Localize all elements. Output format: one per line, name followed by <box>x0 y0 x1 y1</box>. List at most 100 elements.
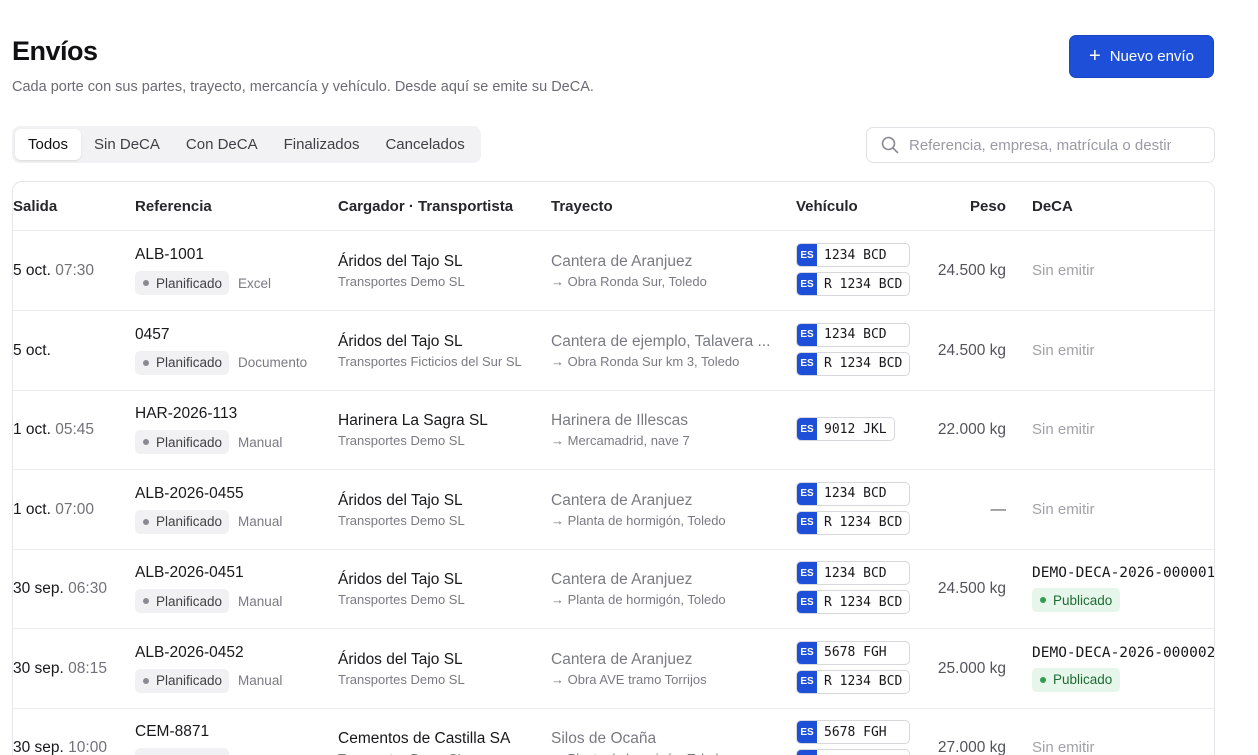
tab-todos[interactable]: Todos <box>15 129 82 160</box>
route-destination: → Planta de hormigón, Toledo <box>551 751 726 755</box>
route-cell: Cantera de Aranjuez → Obra AVE tramo Torr… <box>551 651 707 687</box>
tab-finalizados[interactable]: Finalizados <box>271 129 373 160</box>
departure-cell: 30 sep. 10:00 <box>13 739 107 755</box>
table-row[interactable]: 30 sep. 06:30 ALB-2026-0451 Planificado Man… <box>13 549 1214 629</box>
parties-cell: Áridos del Tajo SL Transportes Demo SL <box>338 253 465 289</box>
table-header: Salida Referencia Cargador · Transportis… <box>13 182 1214 231</box>
plate-number: R 1234 BCD <box>824 515 903 530</box>
vehicle-cell: ES 5678 FGH ES R 1234 BCD <box>796 640 911 694</box>
status-badge: Planificado <box>135 589 230 613</box>
departure-cell: 1 oct. 05:45 <box>13 421 94 439</box>
table-row[interactable]: 1 oct. 07:00 ALB-2026-0455 Planificado Manu… <box>13 470 1214 550</box>
parties-cell: Cementos de Castilla SA Transportes Demo … <box>338 730 510 755</box>
reference-code[interactable]: HAR-2026-113 <box>135 405 282 423</box>
status-badge: Planificado <box>135 430 230 454</box>
deca-cell: Sin emitir <box>1032 739 1095 755</box>
vehicle-cell: ES 9012 JKL <box>796 417 895 441</box>
search-input[interactable] <box>909 136 1171 154</box>
table-row[interactable]: 5 oct. 07:30 ALB-1001 Planificado Excel Árid… <box>13 231 1214 311</box>
departure-date: 5 oct. <box>13 341 51 359</box>
column-header-cargador-transportista[interactable]: Cargador · Transportista <box>338 198 513 215</box>
status-dot-icon <box>143 280 149 286</box>
deca-not-issued: Sin emitir <box>1032 421 1095 438</box>
column-header-referencia[interactable]: Referencia <box>135 198 212 215</box>
deca-code[interactable]: DEMO-DECA-2026-000001 <box>1032 565 1214 581</box>
plate-number: 1234 BCD <box>824 565 887 581</box>
carrier-name: Transportes Demo SL <box>338 592 465 607</box>
license-plate: ES 5678 FGH <box>796 720 911 744</box>
parties-cell: Áridos del Tajo SL Transportes Ficticios … <box>338 333 522 369</box>
new-shipment-button[interactable]: + Nuevo envío <box>1069 35 1214 78</box>
route-destination: → Obra Ronda Sur, Toledo <box>551 274 707 289</box>
route-cell: Harinera de Illescas → Mercamadrid, nave … <box>551 412 690 448</box>
table-row[interactable]: 1 oct. 05:45 HAR-2026-113 Planificado Manua… <box>13 390 1214 470</box>
origin-label: Manual <box>238 673 283 688</box>
reference-code[interactable]: 0457 <box>135 326 307 344</box>
weight-value: 27.000 kg <box>937 739 1006 755</box>
route-origin: Harinera de Illescas <box>551 412 688 429</box>
status-line: Planificado Manual <box>135 589 282 613</box>
tab-sin-deca[interactable]: Sin DeCA <box>81 129 173 160</box>
reference-code[interactable]: ALB-2026-0452 <box>135 644 282 662</box>
status-badge: Planificado <box>135 509 230 534</box>
deca-status-label: Publicado <box>1053 672 1113 687</box>
tab-con-deca[interactable]: Con DeCA <box>173 129 271 160</box>
reference-cell: ALB-2026-0452 Planificado Manual <box>135 644 282 693</box>
route-origin: Cantera de Aranjuez <box>551 650 693 668</box>
departure-time: 05:45 <box>55 421 95 438</box>
shipper-name: Cementos de Castilla SA <box>338 730 511 747</box>
route-origin: Cantera de Aranjuez <box>551 491 693 509</box>
deca-not-issued: Sin emitir <box>1032 341 1095 359</box>
license-plate: ES 1234 BCD <box>796 243 911 267</box>
page-title: Envíos <box>12 36 98 66</box>
deca-status-badge: Publicado <box>1032 667 1121 692</box>
license-plate: ES R 1234 BCD <box>796 669 911 694</box>
route-destination: → Planta de hormigón, Toledo <box>551 512 726 528</box>
country-flag-icon: ES <box>797 562 817 584</box>
column-header-trayecto[interactable]: Trayecto <box>551 198 613 215</box>
country-flag-icon: ES <box>797 482 817 505</box>
route-cell: Cantera de Aranjuez → Obra Ronda Sur, Tol… <box>551 253 707 289</box>
reference-cell: CEM-8871 PlanificadoManual <box>135 723 282 755</box>
status-dot-icon <box>143 359 149 366</box>
status-label: Planificado <box>156 673 223 688</box>
vehicle-cell: ES 1234 BCD ES R 1234 BCD <box>796 322 911 376</box>
plate-number: 5678 FGH <box>824 645 887 660</box>
column-header-vehiculo[interactable]: Vehículo <box>796 198 858 215</box>
departure-time: 07:30 <box>55 262 95 279</box>
reference-cell: ALB-2026-0451 Planificado Manual <box>135 564 282 613</box>
column-header-deca[interactable]: DeCA <box>1032 198 1073 215</box>
table-row[interactable]: 5 oct. 0457 Planificado Documento Áridos del… <box>13 311 1214 391</box>
table-row[interactable]: 30 sep. 08:15 ALB-2026-0452 Planificado Man… <box>13 629 1214 709</box>
origin-label: Documento <box>238 355 308 370</box>
status-dot-icon <box>143 677 149 684</box>
route-cell: Silos de Ocaña → Planta de hormigón, Tole… <box>551 730 726 755</box>
reference-code[interactable]: CEM-8871 <box>135 723 282 741</box>
column-header-salida[interactable]: Salida <box>13 198 57 215</box>
departure-date: 1 oct. <box>13 500 51 518</box>
shipper-name: Harinera La Sagra SL <box>338 412 488 429</box>
table-row[interactable]: 30 sep. 10:00 CEM-8871 PlanificadoManual Ce… <box>13 708 1214 755</box>
column-header-peso[interactable]: Peso <box>970 198 1006 215</box>
shipments-table: Salida Referencia Cargador · Transportis… <box>12 181 1215 755</box>
status-dot-icon <box>143 598 149 604</box>
license-plate: ES 9012 JKL <box>796 417 895 441</box>
reference-code[interactable]: ALB-1001 <box>135 246 271 264</box>
deca-code[interactable]: DEMO-DECA-2026-000002 <box>1032 645 1214 661</box>
origin-label: Excel <box>238 275 272 291</box>
route-cell: Cantera de ejemplo, Talavera ... → Obra R… <box>551 333 770 369</box>
route-destination: → Planta de hormigón, Toledo <box>551 592 726 607</box>
country-flag-icon: ES <box>797 721 817 743</box>
status-label: Planificado <box>156 355 223 370</box>
tab-cancelados[interactable]: Cancelados <box>372 129 477 160</box>
reference-code[interactable]: ALB-2026-0451 <box>135 564 282 582</box>
deca-cell: DEMO-DECA-2026-000002 Publicado <box>1032 645 1214 692</box>
route-destination: → Obra AVE tramo Torrijos <box>551 671 707 687</box>
status-label: Planificado <box>156 514 223 529</box>
parties-cell: Áridos del Tajo SL Transportes Demo SL <box>338 571 465 607</box>
reference-code[interactable]: ALB-2026-0455 <box>135 485 282 503</box>
plate-number: 5678 FGH <box>824 724 887 740</box>
reference-cell: HAR-2026-113 Planificado Manual <box>135 405 282 454</box>
deca-cell: Sin emitir <box>1032 262 1095 280</box>
country-flag-icon: ES <box>797 323 817 346</box>
